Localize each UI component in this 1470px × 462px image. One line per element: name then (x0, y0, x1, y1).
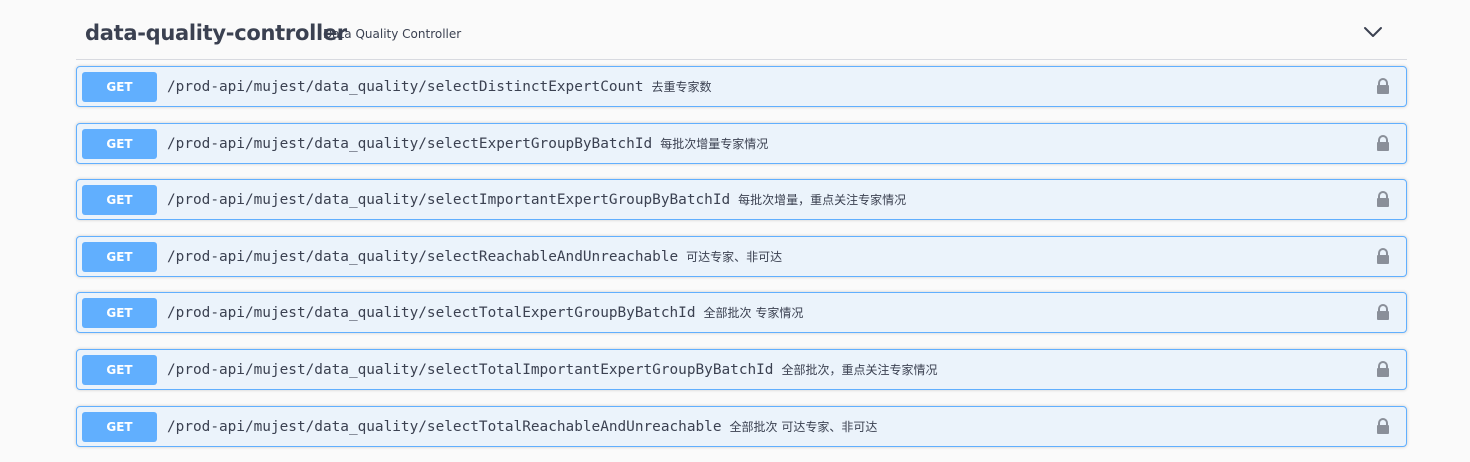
operation-path-container: /prod-api/mujest/data_quality/selectTota… (167, 361, 938, 378)
operation-path-container: /prod-api/mujest/data_quality/selectTota… (167, 304, 803, 321)
method-badge: GET (82, 354, 157, 385)
operation-path-container: /prod-api/mujest/data_quality/selectImpo… (167, 191, 906, 208)
operation-summary: 全部批次 专家情况 (703, 306, 804, 321)
operation-summary: 全部批次 可达专家、非可达 (729, 419, 878, 434)
method-badge: GET (82, 241, 157, 272)
operation-row[interactable]: GET /prod-api/mujest/data_quality/select… (76, 292, 1407, 334)
operation-row[interactable]: GET /prod-api/mujest/data_quality/select… (76, 122, 1407, 164)
operation-path: /prod-api/mujest/data_quality/selectDist… (167, 79, 644, 95)
lock-icon[interactable] (1376, 417, 1390, 435)
chevron-down-icon[interactable] (1363, 25, 1383, 39)
method-badge: GET (82, 411, 157, 442)
lock-icon[interactable] (1376, 78, 1390, 95)
operations-list: GET /prod-api/mujest/data_quality/select… (76, 66, 1407, 462)
operation-path-container: /prod-api/mujest/data_quality/selectTota… (167, 418, 877, 435)
operation-summary: 可达专家、非可达 (686, 249, 783, 264)
operation-row[interactable]: GET /prod-api/mujest/data_quality/select… (76, 405, 1407, 447)
method-badge: GET (82, 185, 157, 216)
method-badge: GET (82, 72, 157, 102)
operation-row[interactable]: GET /prod-api/mujest/data_quality/select… (76, 66, 1407, 107)
lock-icon[interactable] (1376, 304, 1390, 321)
operation-path: /prod-api/mujest/data_quality/selectReac… (167, 248, 679, 265)
lock-icon[interactable] (1376, 191, 1390, 208)
method-badge: GET (82, 128, 157, 159)
lock-icon[interactable] (1376, 134, 1390, 152)
tag-title: data-quality-controller (85, 21, 347, 45)
lock-icon[interactable] (1376, 360, 1390, 378)
operation-path: /prod-api/mujest/data_quality/selectTota… (167, 361, 774, 378)
operation-row[interactable]: GET /prod-api/mujest/data_quality/select… (76, 235, 1407, 277)
operation-summary: 每批次增量，重点关注专家情况 (738, 193, 907, 208)
operation-path-container: /prod-api/mujest/data_quality/selectReac… (167, 248, 782, 265)
operation-path: /prod-api/mujest/data_quality/selectExpe… (167, 135, 653, 152)
operation-row[interactable]: GET /prod-api/mujest/data_quality/select… (76, 348, 1407, 390)
tag-section-header[interactable]: data-quality-controller Data Quality Con… (76, 10, 1407, 60)
operation-path-container: /prod-api/mujest/data_quality/selectExpe… (167, 135, 768, 152)
operation-summary: 去重专家数 (651, 80, 712, 94)
operation-path: /prod-api/mujest/data_quality/selectImpo… (167, 192, 731, 209)
operation-path: /prod-api/mujest/data_quality/selectTota… (167, 418, 722, 435)
operation-path: /prod-api/mujest/data_quality/selectTota… (167, 305, 696, 322)
method-badge: GET (82, 298, 157, 329)
operation-summary: 每批次增量专家情况 (660, 136, 769, 151)
operation-summary: 全部批次，重点关注专家情况 (781, 362, 938, 377)
tag-description: Data Quality Controller (323, 27, 462, 41)
operation-row[interactable]: GET /prod-api/mujest/data_quality/select… (76, 179, 1407, 221)
operation-path-container: /prod-api/mujest/data_quality/selectDist… (167, 78, 712, 95)
lock-icon[interactable] (1376, 247, 1390, 265)
